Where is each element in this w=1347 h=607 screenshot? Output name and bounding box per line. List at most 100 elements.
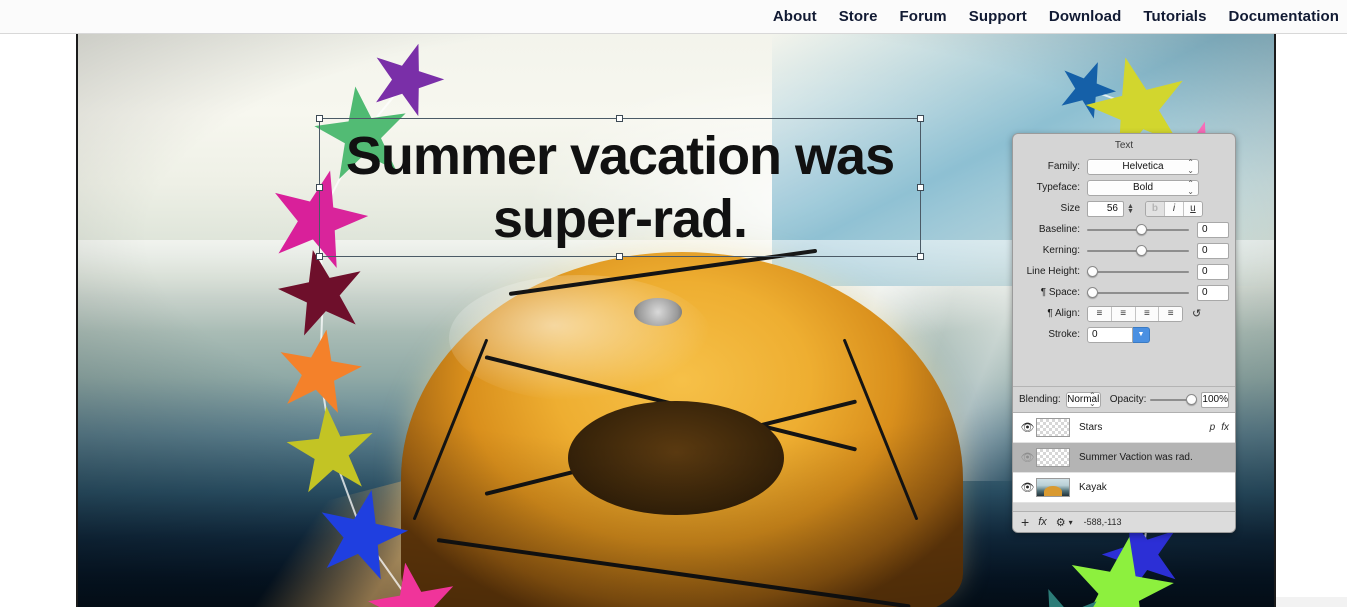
layer-row-kayak[interactable]: 👁 Kayak	[1013, 473, 1235, 503]
opacity-slider[interactable]	[1150, 392, 1198, 408]
font-family-value: Helvetica	[1122, 161, 1164, 172]
slider-knob[interactable]	[1087, 265, 1098, 277]
layer-row-summer-vaction-was-rad[interactable]: 👁 Summer Vaction was rad.	[1013, 443, 1235, 473]
baseline-slider[interactable]	[1087, 222, 1189, 238]
line-height-value: 0	[1202, 266, 1208, 277]
line-height-label: Line Height:	[1026, 266, 1080, 277]
typeface-label: Typeface:	[1036, 182, 1080, 193]
right-gutter	[1276, 34, 1347, 607]
paragraph-space-slider[interactable]	[1087, 285, 1189, 301]
slider-knob[interactable]	[1087, 286, 1098, 298]
line-height-input[interactable]: 0	[1197, 263, 1229, 280]
top-navigation-bar: About Store Forum Support Download Tutor…	[0, 0, 1347, 34]
layers-list[interactable]: 👁 Stars p fx 👁 Summer Vaction was rad. 👁…	[1013, 412, 1235, 503]
baseline-input[interactable]: 0	[1197, 221, 1229, 238]
italic-button[interactable]: i	[1164, 201, 1184, 216]
paragraph-align-segmented-control[interactable]: ≡ ≡ ≡ ≡	[1087, 305, 1183, 322]
layer-effects-icon[interactable]: fx	[1038, 516, 1047, 528]
baseline-label: Baseline:	[1038, 224, 1080, 235]
kerning-slider[interactable]	[1087, 243, 1189, 259]
chevron-down-icon[interactable]: ▾	[1069, 518, 1073, 527]
nav-link-support[interactable]: Support	[969, 8, 1027, 25]
chevron-updown-icon: ⌃ ⌄	[1089, 390, 1096, 408]
eye-icon[interactable]: 👁	[1019, 451, 1036, 464]
paragraph-space-row: ¶ Space: 0	[1013, 283, 1235, 302]
nav-link-documentation[interactable]: Documentation	[1229, 8, 1339, 25]
align-left-icon[interactable]: ≡	[1088, 306, 1112, 321]
text-style-segmented-control[interactable]: b i u	[1144, 200, 1203, 217]
stroke-label: Stroke:	[1048, 329, 1080, 340]
kerning-label: Kerning:	[1042, 245, 1080, 256]
blending-opacity-row: Blending: Normal ⌃ ⌄ Opacity: 100%	[1013, 386, 1235, 412]
blending-mode-select[interactable]: Normal ⌃ ⌄	[1065, 390, 1101, 408]
slider-track	[1087, 291, 1189, 294]
kayak-cockpit	[568, 400, 784, 516]
typeface-row: Typeface: Bold ⌃ ⌄	[1013, 178, 1235, 197]
text-on-path-icon[interactable]: ↺	[1192, 307, 1201, 320]
font-size-input[interactable]: 56	[1087, 200, 1124, 217]
layer-name: Stars	[1079, 422, 1103, 433]
layer-row-stars[interactable]: 👁 Stars p fx	[1013, 413, 1235, 443]
eye-icon[interactable]: 👁	[1019, 421, 1036, 434]
baseline-row: Baseline: 0	[1013, 220, 1235, 239]
font-family-select[interactable]: Helvetica ⌃ ⌄	[1087, 157, 1199, 175]
opacity-value: 100%	[1202, 394, 1228, 405]
nav-link-forum[interactable]: Forum	[900, 8, 947, 25]
size-row: Size 56 ▲ ▼ b i u	[1013, 199, 1235, 218]
align-center-icon[interactable]: ≡	[1111, 306, 1136, 321]
typeface-select[interactable]: Bold ⌃ ⌄	[1087, 178, 1199, 196]
line-height-slider[interactable]	[1087, 264, 1189, 280]
stroke-input[interactable]: 0	[1087, 326, 1133, 343]
slider-knob[interactable]	[1135, 223, 1147, 235]
kerning-row: Kerning: 0	[1013, 241, 1235, 260]
slider-track	[1087, 270, 1189, 273]
slider-knob[interactable]	[1135, 244, 1147, 256]
nav-link-about[interactable]: About	[773, 8, 817, 25]
underline-button[interactable]: u	[1183, 201, 1202, 216]
layer-name: Kayak	[1079, 482, 1107, 493]
font-size-stepper[interactable]: ▲ ▼	[1127, 203, 1134, 215]
font-size-value: 56	[1106, 203, 1118, 214]
layer-thumbnail	[1036, 418, 1070, 437]
canvas-text-line-1: Summer vacation was	[345, 125, 895, 186]
stroke-value: 0	[1092, 329, 1098, 340]
effects-badge-icon[interactable]: fx	[1221, 422, 1235, 433]
canvas-text-object[interactable]: Summer vacation was super-rad.	[319, 118, 921, 257]
chevron-updown-icon: ⌃ ⌄	[1187, 157, 1194, 175]
text-inspector-panel[interactable]: Text Family: Helvetica ⌃ ⌄ Typeface: Bold…	[1012, 133, 1236, 533]
nav-link-download[interactable]: Download	[1049, 8, 1121, 25]
stroke-row: Stroke: 0 ▼	[1013, 325, 1235, 344]
nav-link-tutorials[interactable]: Tutorials	[1143, 8, 1206, 25]
align-right-icon[interactable]: ≡	[1135, 306, 1160, 321]
align-justify-icon[interactable]: ≡	[1159, 306, 1182, 321]
bold-button[interactable]: b	[1145, 201, 1165, 216]
layer-thumbnail	[1036, 478, 1070, 497]
chevron-updown-icon: ⌃ ⌄	[1187, 178, 1194, 196]
stroke-color-dropdown-button[interactable]: ▼	[1133, 326, 1150, 343]
family-label: Family:	[1047, 161, 1080, 172]
gear-icon[interactable]: ⚙	[1056, 516, 1066, 529]
paragraph-space-value: 0	[1202, 287, 1208, 298]
add-layer-icon[interactable]: +	[1021, 514, 1029, 530]
kerning-input[interactable]: 0	[1197, 242, 1229, 259]
family-row: Family: Helvetica ⌃ ⌄	[1013, 157, 1235, 176]
align-label: ¶ Align:	[1047, 308, 1080, 319]
stepper-down-icon: ▼	[1127, 207, 1134, 215]
baseline-value: 0	[1202, 224, 1208, 235]
bottom-right-strip	[1276, 597, 1347, 607]
paragraph-space-input[interactable]: 0	[1197, 284, 1229, 301]
path-badge-icon[interactable]: p	[1210, 422, 1222, 433]
typeface-value: Bold	[1132, 182, 1153, 193]
eye-icon[interactable]: 👁	[1019, 481, 1036, 494]
size-label: Size	[1060, 203, 1080, 214]
layer-name: Summer Vaction was rad.	[1079, 452, 1193, 463]
panel-title: Text	[1114, 140, 1134, 151]
slider-knob[interactable]	[1186, 393, 1198, 405]
cursor-coordinates: -588,-113	[1083, 517, 1122, 527]
layers-toolbar[interactable]: + fx ⚙ ▾ -588,-113	[1013, 511, 1235, 532]
nav-link-store[interactable]: Store	[839, 8, 878, 25]
kayak-hatch	[634, 297, 682, 327]
canvas-text-line-2: super-rad.	[492, 188, 748, 249]
opacity-input[interactable]: 100%	[1201, 391, 1229, 408]
kerning-value: 0	[1202, 245, 1208, 256]
